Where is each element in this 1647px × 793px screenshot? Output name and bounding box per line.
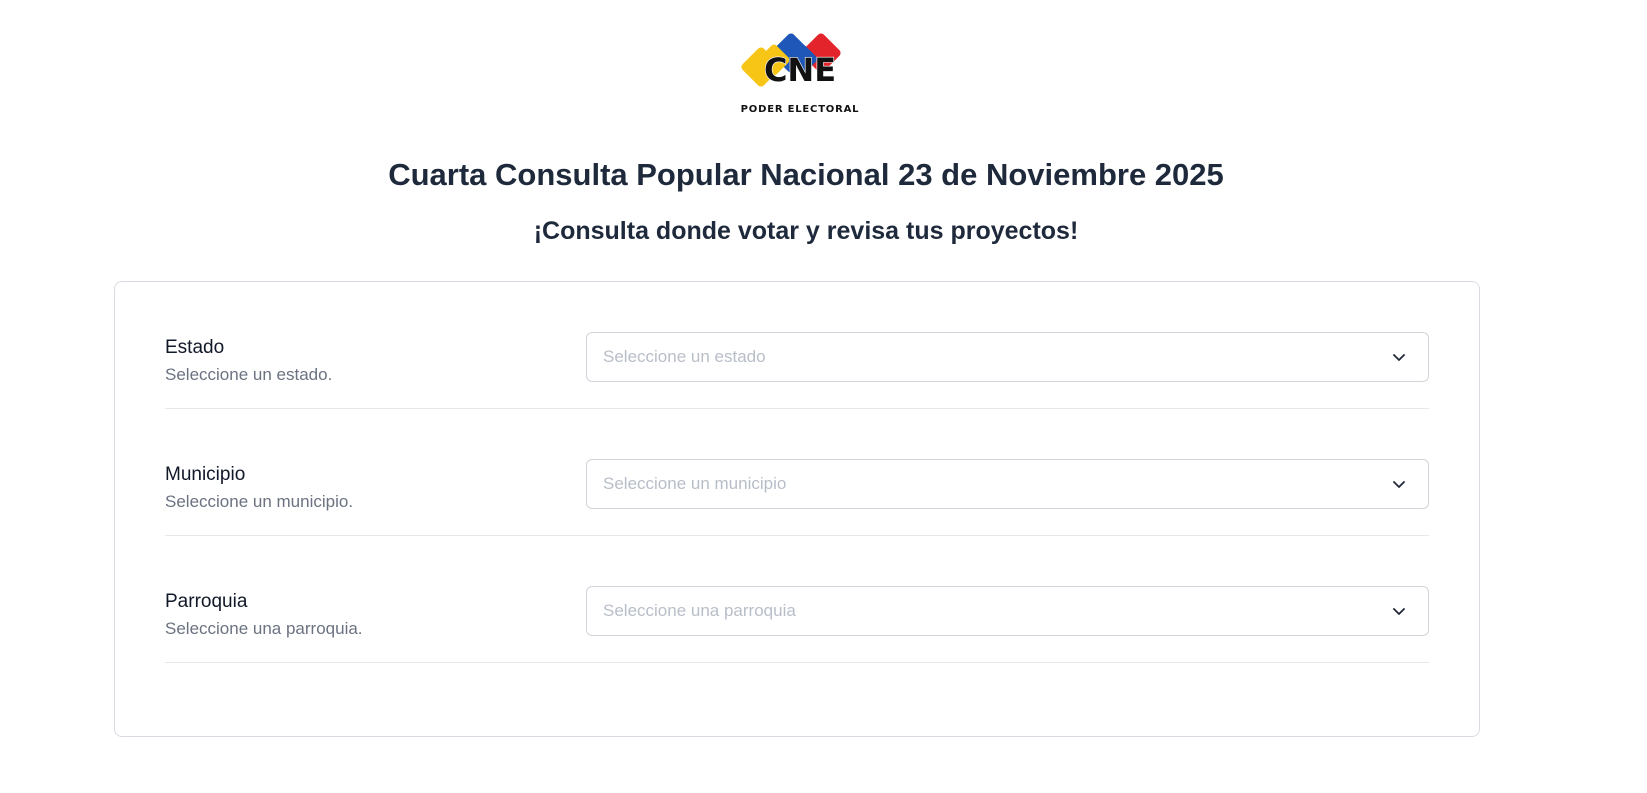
- municipio-label: Municipio: [165, 464, 246, 485]
- cne-logo: CNE PODER ELECTORAL: [736, 30, 866, 118]
- parroquia-select[interactable]: Seleccione una parroquia: [586, 586, 1429, 636]
- chevron-down-icon: [1393, 354, 1405, 361]
- parroquia-row: Parroquia Seleccione una parroquia. Sele…: [165, 536, 1429, 663]
- page-title: Cuarta Consulta Popular Nacional 23 de N…: [388, 157, 1224, 192]
- municipio-description: Seleccione un municipio.: [165, 492, 354, 511]
- parroquia-label: Parroquia: [165, 591, 248, 612]
- svg-text:CNE: CNE: [764, 51, 836, 89]
- page-subtitle: ¡Consulta donde votar y revisa tus proye…: [533, 217, 1079, 245]
- municipio-select[interactable]: Seleccione un municipio: [586, 459, 1429, 509]
- parroquia-select-placeholder: Seleccione una parroquia: [603, 601, 796, 620]
- chevron-down-icon: [1393, 608, 1405, 615]
- estado-row: Estado Seleccione un estado. Seleccione …: [165, 282, 1429, 409]
- location-form-card: Estado Seleccione un estado. Seleccione …: [114, 281, 1480, 737]
- parroquia-description: Seleccione una parroquia.: [165, 619, 363, 638]
- estado-select[interactable]: Seleccione un estado: [586, 332, 1429, 382]
- estado-description: Seleccione un estado.: [165, 365, 333, 384]
- estado-select-placeholder: Seleccione un estado: [603, 347, 766, 366]
- municipio-row: Municipio Seleccione un municipio. Selec…: [165, 409, 1429, 536]
- page: CNE PODER ELECTORAL Cuarta Consulta Popu…: [0, 0, 1647, 793]
- municipio-select-placeholder: Seleccione un municipio: [603, 474, 787, 493]
- estado-label: Estado: [165, 337, 225, 358]
- chevron-down-icon: [1393, 481, 1405, 488]
- svg-text:PODER ELECTORAL: PODER ELECTORAL: [741, 104, 860, 115]
